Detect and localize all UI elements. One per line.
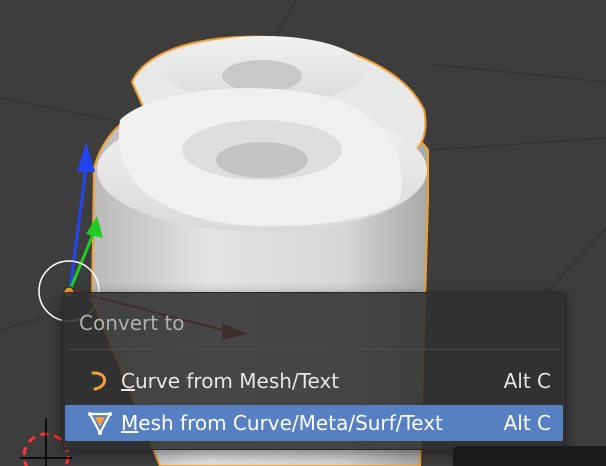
bottom-right-panel [453, 446, 606, 466]
menu-item-shortcut: Alt C [503, 369, 551, 393]
menu-item-mesh-from-curve-meta-surf-text[interactable]: Mesh from Curve/Meta/Surf/Text Alt C [65, 405, 563, 441]
mesh-icon [87, 410, 113, 436]
menu-title: Convert to [79, 311, 185, 335]
menu-item-label: Curve from Mesh/Text [121, 369, 340, 393]
menu-separator [69, 349, 559, 350]
menu-item-shortcut: Alt C [503, 411, 551, 435]
convert-to-menu: Convert to Curve from Mesh/Text Alt C Me… [62, 292, 566, 450]
curve-icon [87, 368, 113, 394]
menu-item-label: Mesh from Curve/Meta/Surf/Text [121, 411, 443, 435]
menu-item-curve-from-mesh-text[interactable]: Curve from Mesh/Text Alt C [65, 363, 563, 399]
z-axis-arrow [77, 142, 95, 172]
